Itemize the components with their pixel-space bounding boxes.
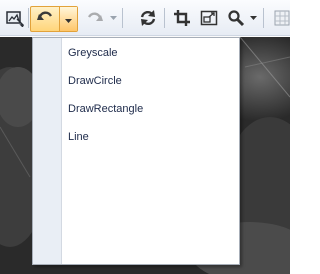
crop-button[interactable] (170, 6, 194, 30)
zoom-icon (227, 9, 245, 27)
grid-button[interactable] (270, 6, 294, 30)
refresh-button[interactable] (136, 6, 160, 30)
undo-button[interactable] (31, 7, 59, 31)
menu-icon-gutter (33, 38, 62, 264)
toolbar (0, 0, 290, 36)
fit-icon (200, 9, 218, 27)
toolbar-separator (122, 8, 123, 28)
undo-split-button[interactable] (30, 6, 78, 32)
toolbar-separator (164, 8, 165, 28)
grid-icon (273, 9, 291, 27)
undo-dropdown-button[interactable] (60, 7, 77, 31)
undo-icon (36, 8, 54, 31)
refresh-icon (139, 9, 157, 27)
toolbar-separator (28, 8, 29, 28)
undo-dropdown-menu: Greyscale DrawCircle DrawRectangle Line (32, 37, 240, 265)
chevron-down-icon (249, 16, 257, 20)
toolbar-separator (263, 8, 264, 28)
menu-item-drawcircle[interactable]: DrawCircle (62, 70, 238, 92)
menu-item-greyscale[interactable]: Greyscale (62, 42, 238, 64)
chevron-down-icon (65, 10, 72, 28)
redo-dropdown-button[interactable] (106, 6, 120, 30)
chevron-down-icon (109, 16, 117, 20)
image-icon (6, 9, 24, 27)
zoom-dropdown-button[interactable] (246, 6, 260, 30)
menu-item-drawrectangle[interactable]: DrawRectangle (62, 98, 238, 120)
image-button[interactable] (3, 6, 27, 30)
menu-item-line[interactable]: Line (62, 126, 238, 148)
redo-button[interactable] (83, 6, 107, 30)
redo-icon (86, 9, 104, 27)
fit-button[interactable] (197, 6, 221, 30)
zoom-button[interactable] (224, 6, 248, 30)
crop-icon (173, 9, 191, 27)
